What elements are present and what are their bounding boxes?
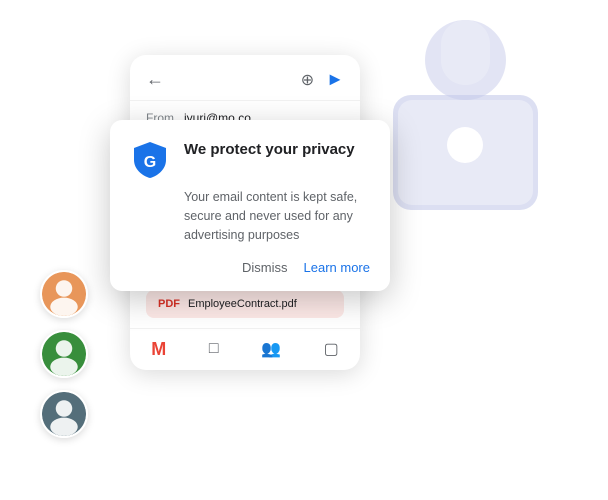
popup-body: Your email content is kept safe, secure … <box>130 188 370 244</box>
gmail-icon[interactable]: M <box>151 339 166 360</box>
scene: ← ⊕ ► From jyuri@mo.co See Just Bloomed … <box>0 0 608 500</box>
chat-icon[interactable]: □ <box>209 340 219 358</box>
learn-more-button[interactable]: Learn more <box>304 260 370 275</box>
send-button[interactable]: ► <box>326 69 344 90</box>
back-button[interactable]: ← <box>146 69 164 90</box>
attach-icon: ⊕ <box>301 70 314 90</box>
svg-text:G: G <box>144 154 156 171</box>
avatar-3 <box>40 390 88 438</box>
popup-actions: Dismiss Learn more <box>130 260 370 275</box>
popup-header: G We protect your privacy <box>130 140 370 180</box>
privacy-popup: G We protect your privacy Your email con… <box>110 120 390 291</box>
g-shield-icon: G <box>130 140 170 180</box>
background-lock-icon <box>373 10 558 225</box>
attachment-row[interactable]: PDF EmployeeContract.pdf <box>146 290 344 318</box>
popup-title: We protect your privacy <box>184 140 355 160</box>
meet-icon[interactable]: 👥 <box>261 339 281 359</box>
dismiss-button[interactable]: Dismiss <box>242 260 288 275</box>
avatar-list <box>40 270 88 438</box>
email-header: ← ⊕ ► <box>130 55 360 101</box>
avatar-2 <box>40 330 88 378</box>
bottom-nav: M □ 👥 ▢ <box>130 328 360 370</box>
attachment-filename: EmployeeContract.pdf <box>188 298 297 310</box>
video-icon[interactable]: ▢ <box>324 339 339 359</box>
pdf-icon: PDF <box>158 298 180 310</box>
avatar-1 <box>40 270 88 318</box>
